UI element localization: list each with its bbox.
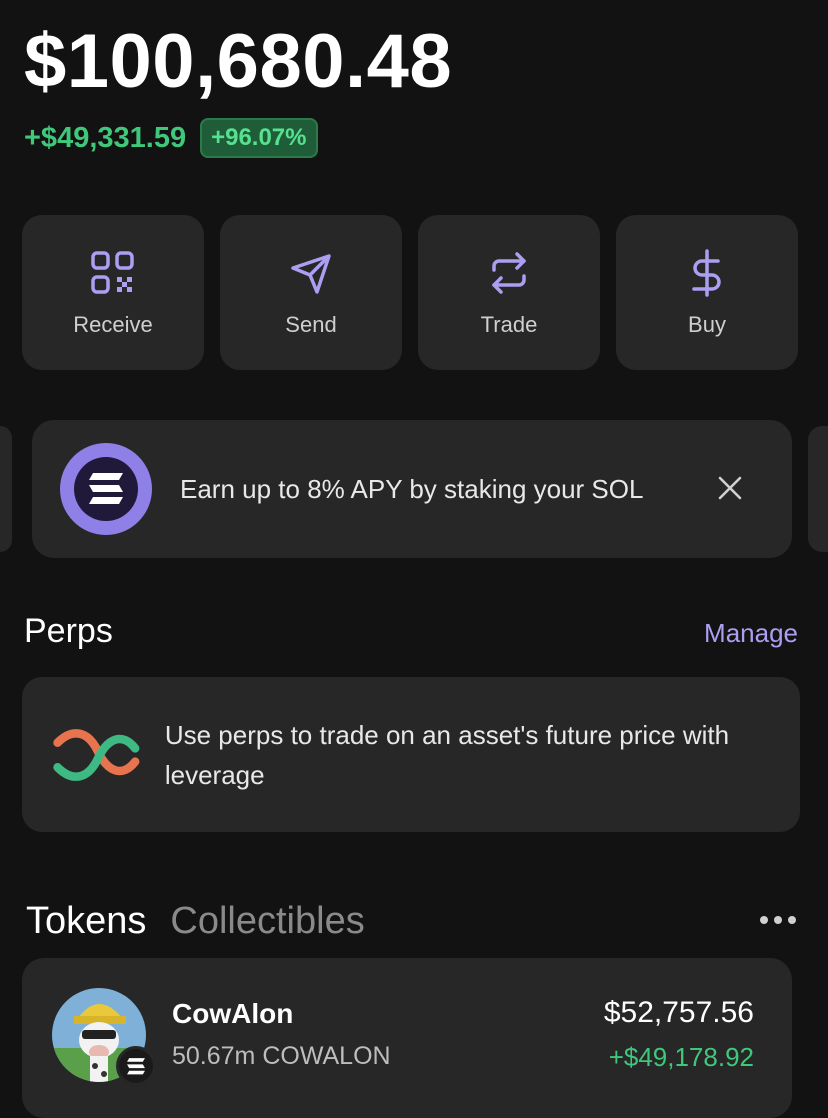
close-icon[interactable] [716,474,744,502]
tab-tokens[interactable]: Tokens [26,900,146,943]
promo-text: Earn up to 8% APY by staking your SOL [180,474,644,504]
tab-collectibles[interactable]: Collectibles [170,900,364,943]
token-change: +$49,178.92 [608,1042,754,1072]
buy-label: Buy [688,311,726,337]
total-balance: $100,680.48 [24,19,453,104]
staking-promo-card[interactable]: Earn up to 8% APY by staking your SOL [32,420,792,558]
swap-arrows-icon [492,251,526,294]
dollar-icon [692,248,721,297]
perps-card[interactable]: Use perps to trade on an asset's future … [22,677,800,832]
perps-section-title: Perps [24,612,113,650]
solana-chain-badge-icon [116,1046,156,1086]
buy-button[interactable]: Buy [616,215,798,370]
solana-logo-icon [60,443,152,535]
asset-tabs: Tokens Collectibles [26,900,365,943]
send-label: Send [285,311,337,337]
balance-change: +$49,331.59 +96.07% [24,118,318,158]
more-options-icon[interactable] [758,912,798,928]
manage-link[interactable]: Manage [704,618,798,649]
token-row[interactable]: CowAlon 50.67m COWALON $52,757.56 +$49,1… [22,958,792,1118]
prev-promo-card[interactable] [0,426,12,552]
action-row: Receive Send Trade Buy [22,215,798,370]
token-value: $52,757.56 [603,996,754,1029]
receive-label: Receive [73,311,153,337]
send-arrow-icon [291,253,331,294]
next-promo-card[interactable] [808,426,828,552]
token-amount: 50.67m COWALON [172,1042,391,1070]
perps-infinity-icon [53,728,140,781]
change-amount: +$49,331.59 [24,121,187,154]
change-percent-badge: +96.07% [200,118,318,158]
trade-button[interactable]: Trade [418,215,600,370]
receive-button[interactable]: Receive [22,215,204,370]
send-button[interactable]: Send [220,215,402,370]
perps-description: Use perps to trade on an asset's future … [164,719,730,790]
qr-code-icon [91,250,134,294]
trade-label: Trade [480,311,538,337]
token-name: CowAlon [172,998,294,1029]
